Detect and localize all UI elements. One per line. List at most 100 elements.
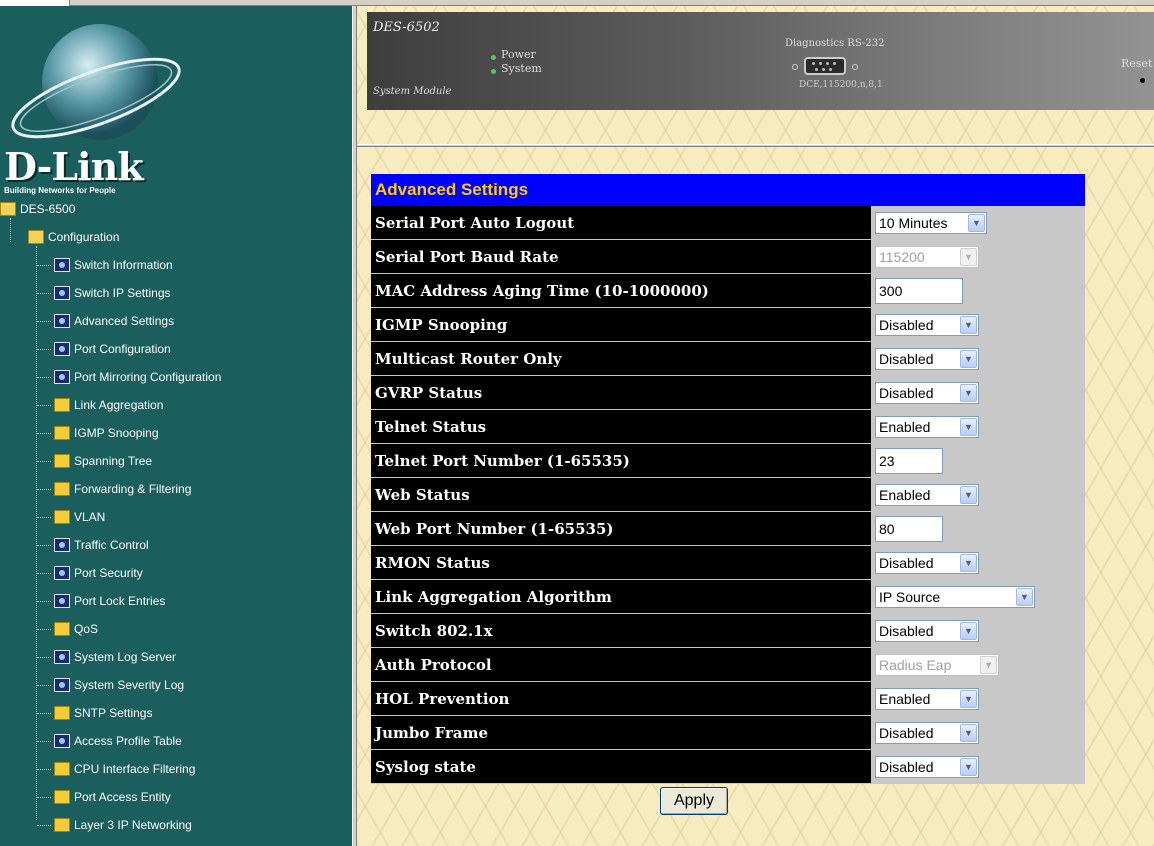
- select-value: 10 Minutes: [879, 214, 948, 231]
- power-led-label: Power: [501, 48, 536, 61]
- nav-item-access-profile-table[interactable]: Access Profile Table: [54, 730, 182, 752]
- reset-label: Reset: [1121, 57, 1153, 70]
- nav-root-des6500[interactable]: DES-6500: [0, 198, 75, 220]
- nav-item-layer-3-ip-networking[interactable]: Layer 3 IP Networking: [54, 814, 192, 836]
- doc-icon: [54, 314, 70, 328]
- doc-icon: [54, 594, 70, 608]
- nav-item-label: Forwarding & Filtering: [74, 482, 192, 496]
- setting-row-igmp-snooping: IGMP Snooping Disabled ▼: [371, 308, 1085, 342]
- reset-button-icon: [1140, 78, 1145, 83]
- system-led-label: System: [501, 62, 542, 75]
- setting-label: Web Status: [371, 478, 871, 512]
- chevron-down-icon[interactable]: ▼: [960, 485, 977, 504]
- nav-item-vlan[interactable]: VLAN: [54, 506, 105, 528]
- serial-port-auto-logout-select[interactable]: 10 Minutes ▼: [875, 211, 987, 234]
- nav-configuration[interactable]: Configuration: [28, 226, 119, 248]
- setting-row-switch-802-1x: Switch 802.1x Disabled ▼: [371, 614, 1085, 648]
- nav-item-forwarding-filtering[interactable]: Forwarding & Filtering: [54, 478, 191, 500]
- setting-control-cell: Disabled ▼: [871, 546, 1085, 580]
- nav-item-switch-ip-settings[interactable]: Switch IP Settings: [54, 282, 171, 304]
- setting-label: Multicast Router Only: [371, 342, 871, 376]
- doc-icon: [54, 678, 70, 692]
- web-status-select[interactable]: Enabled ▼: [875, 483, 979, 506]
- nav-item-label: DES-6500: [20, 202, 76, 216]
- nav-item-label: Layer 3 IP Networking: [74, 818, 192, 832]
- setting-row-serial-port-auto-logout: Serial Port Auto Logout 10 Minutes ▼: [371, 206, 1085, 240]
- chevron-down-icon[interactable]: ▼: [960, 417, 977, 436]
- nav-item-port-access-entity[interactable]: Port Access Entity: [54, 786, 171, 808]
- nav-item-traffic-control[interactable]: Traffic Control: [54, 534, 149, 556]
- chevron-down-icon[interactable]: ▼: [960, 621, 977, 640]
- chevron-down-icon[interactable]: ▼: [960, 757, 977, 776]
- chevron-down-icon[interactable]: ▼: [960, 553, 977, 572]
- left-navigation: D-Link Building Networks for People DES-…: [0, 6, 352, 846]
- nav-item-label: Link Aggregation: [74, 398, 164, 412]
- device-panel: DES-6502 Power System System Module Diag…: [367, 12, 1154, 110]
- nav-item-label: Port Lock Entries: [74, 594, 166, 608]
- setting-label: RMON Status: [371, 546, 871, 580]
- settings-title: Advanced Settings: [371, 174, 1085, 206]
- web-port-number-1-65535-input[interactable]: 80: [875, 515, 943, 542]
- nav-item-sntp-settings[interactable]: SNTP Settings: [54, 702, 152, 724]
- setting-row-syslog-state: Syslog state Disabled ▼: [371, 750, 1085, 784]
- gvrp-status-select[interactable]: Disabled ▼: [875, 381, 979, 404]
- nav-item-system-log-server[interactable]: System Log Server: [54, 646, 176, 668]
- dlink-logo[interactable]: D-Link: [4, 144, 144, 189]
- setting-row-link-aggregation-algorithm: Link Aggregation Algorithm IP Source ▼: [371, 580, 1085, 614]
- hol-prevention-select[interactable]: Enabled ▼: [875, 687, 979, 710]
- multicast-router-only-select[interactable]: Disabled ▼: [875, 347, 979, 370]
- chevron-down-icon[interactable]: ▼: [960, 315, 977, 334]
- nav-item-port-lock-entries[interactable]: Port Lock Entries: [54, 590, 165, 612]
- nav-item-spanning-tree[interactable]: Spanning Tree: [54, 450, 152, 472]
- nav-item-cpu-interface-filtering[interactable]: CPU Interface Filtering: [54, 758, 195, 780]
- main-content: DES-6502 Power System System Module Diag…: [357, 6, 1154, 846]
- rmon-status-select[interactable]: Disabled ▼: [875, 551, 979, 574]
- power-led-icon: [491, 55, 496, 60]
- globe-logo-icon: [11, 24, 181, 140]
- nav-item-port-mirroring-configuration[interactable]: Port Mirroring Configuration: [54, 366, 221, 388]
- chevron-down-icon[interactable]: ▼: [1016, 587, 1033, 606]
- nav-item-switch-information[interactable]: Switch Information: [54, 254, 173, 276]
- switch-802-1x-select[interactable]: Disabled ▼: [875, 619, 979, 642]
- chevron-down-icon[interactable]: ▼: [960, 723, 977, 742]
- nav-item-igmp-snooping[interactable]: IGMP Snooping: [54, 422, 159, 444]
- system-led-icon: [491, 69, 496, 74]
- setting-control-cell: IP Source ▼: [871, 580, 1085, 614]
- setting-control-cell: 300: [871, 274, 1085, 308]
- nav-item-advanced-settings[interactable]: Advanced Settings: [54, 310, 174, 332]
- mac-address-aging-time-10-1000000-input[interactable]: 300: [875, 277, 963, 304]
- select-value: IP Source: [879, 588, 941, 605]
- setting-label: Jumbo Frame: [371, 716, 871, 750]
- nav-item-port-security[interactable]: Port Security: [54, 562, 143, 584]
- setting-control-cell: 115200 ▼: [871, 240, 1085, 274]
- igmp-snooping-select[interactable]: Disabled ▼: [875, 313, 979, 336]
- doc-icon: [54, 258, 70, 272]
- doc-icon: [54, 286, 70, 300]
- chevron-down-icon[interactable]: ▼: [960, 689, 977, 708]
- nav-item-link-aggregation[interactable]: Link Aggregation: [54, 394, 163, 416]
- folder-icon: [54, 762, 70, 776]
- nav-item-label: Access Profile Table: [74, 734, 182, 748]
- folder-icon: [54, 454, 70, 468]
- link-aggregation-algorithm-select[interactable]: IP Source ▼: [875, 585, 1035, 608]
- nav-item-label: VLAN: [74, 510, 106, 524]
- syslog-state-select[interactable]: Disabled ▼: [875, 755, 979, 778]
- setting-control-cell: Disabled ▼: [871, 308, 1085, 342]
- jumbo-frame-select[interactable]: Disabled ▼: [875, 721, 979, 744]
- nav-item-label: Port Configuration: [74, 342, 171, 356]
- chevron-down-icon[interactable]: ▼: [960, 349, 977, 368]
- setting-row-telnet-port-number-1-65535: Telnet Port Number (1-65535) 23: [371, 444, 1085, 478]
- apply-button[interactable]: Apply: [660, 787, 728, 815]
- open-folder-icon: [0, 202, 16, 216]
- chevron-down-icon[interactable]: ▼: [960, 383, 977, 402]
- folder-icon: [54, 622, 70, 636]
- chevron-down-icon[interactable]: ▼: [968, 213, 985, 232]
- nav-item-qos[interactable]: QoS: [54, 618, 98, 640]
- select-value: Enabled: [879, 690, 931, 707]
- telnet-port-number-1-65535-input[interactable]: 23: [875, 447, 943, 474]
- nav-item-port-configuration[interactable]: Port Configuration: [54, 338, 171, 360]
- setting-label: MAC Address Aging Time (10-1000000): [371, 274, 871, 308]
- setting-control-cell: Disabled ▼: [871, 750, 1085, 784]
- nav-item-system-severity-log[interactable]: System Severity Log: [54, 674, 184, 696]
- telnet-status-select[interactable]: Enabled ▼: [875, 415, 979, 438]
